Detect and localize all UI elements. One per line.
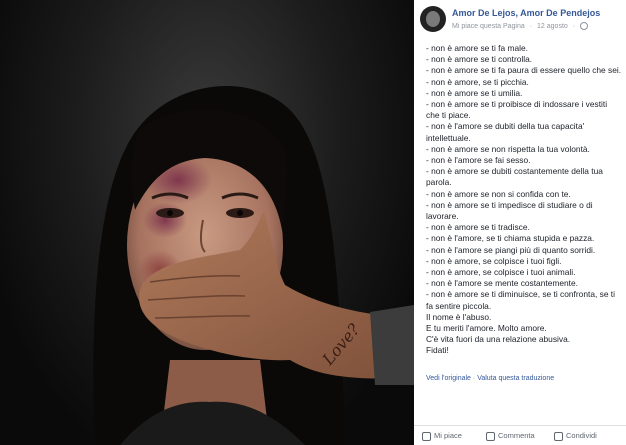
post-line: - non è amore, se ti picchia. <box>426 76 529 87</box>
see-original-link[interactable]: Vedi l'originale <box>426 375 471 382</box>
post-line: Fidati! <box>426 345 449 356</box>
post-line: - non è amore se ti fa paura di essere q… <box>426 65 622 76</box>
share-icon <box>554 431 563 441</box>
share-button[interactable]: Condividi <box>554 431 597 441</box>
translation-bar: Vedi l'originale · Valuta questa traduzi… <box>426 375 555 382</box>
post-line: - non è amore se ti proibisce di indossa… <box>426 99 608 121</box>
post-line: - non è l'amore se mente costantemente. <box>426 278 578 289</box>
sleeve <box>370 305 414 385</box>
post-line: - non è amore se ti tradisce. <box>426 222 530 233</box>
post-body: - non è amore se ti fa male. - non è amor… <box>426 43 622 357</box>
page-name-link[interactable]: Amor De Lejos, Amor De Pendejos <box>452 8 600 18</box>
post-line: E tu meriti l'amore. Molto amore. <box>426 323 547 334</box>
like-button[interactable]: Mi piace <box>422 431 462 441</box>
comment-icon <box>486 431 495 441</box>
post-line: - non è amore se ti diminuisce, se ti co… <box>426 289 615 311</box>
post-line: - non è amore, se colpisce i tuoi animal… <box>426 267 576 278</box>
photo-illustration: Love? <box>93 86 414 445</box>
post-line: - non è amore se non rispetta la tua vol… <box>426 143 590 154</box>
globe-icon <box>580 22 589 30</box>
post-line: - non è l'amore, se ti chiama stupida e … <box>426 233 595 244</box>
post-photo[interactable]: Love? <box>0 0 414 445</box>
divider <box>414 425 626 426</box>
post-line: - non è amore se ti fa male. <box>426 43 528 53</box>
thumbs-up-icon <box>422 431 431 441</box>
post-line: - non è amore se ti umilia. <box>426 87 523 98</box>
post-meta: Mi piace questa Pagina · 12 agosto · <box>452 22 591 30</box>
post-date[interactable]: 12 agosto <box>537 23 568 30</box>
post-line: Il nome è l'abuso. <box>426 311 492 322</box>
post-panel: Amor De Lejos, Amor De Pendejos Mi piace… <box>414 0 626 445</box>
post-line: C'è vita fuori da una relazione abusiva. <box>426 334 571 345</box>
post-line: - non è amore se ti impedisce di studiar… <box>426 199 593 222</box>
post-line: - non è amore, se colpisce i tuoi figli. <box>426 255 562 266</box>
page-avatar[interactable] <box>420 6 446 32</box>
post-actions: Mi piace Commenta Condividi <box>414 428 626 444</box>
post-line: - non è amore se dubiti costantemente de… <box>426 166 603 188</box>
post-line: - non è l'amore se fai sesso. <box>426 155 531 166</box>
post-line: - non è l'amore se dubiti della tua capa… <box>426 121 585 143</box>
comment-button[interactable]: Commenta <box>486 431 535 441</box>
rate-translation-link[interactable]: Valuta questa traduzione <box>477 375 554 382</box>
post-line: - non è l'amore se piangi più di quanto … <box>426 244 596 255</box>
liked-page-label[interactable]: Mi piace questa Pagina <box>452 23 525 30</box>
post-line: - non è amore se non si confida con te. <box>426 188 571 199</box>
post-line: - non è amore se ti controlla. <box>426 54 533 65</box>
post-header: Amor De Lejos, Amor De Pendejos Mi piace… <box>414 0 626 40</box>
